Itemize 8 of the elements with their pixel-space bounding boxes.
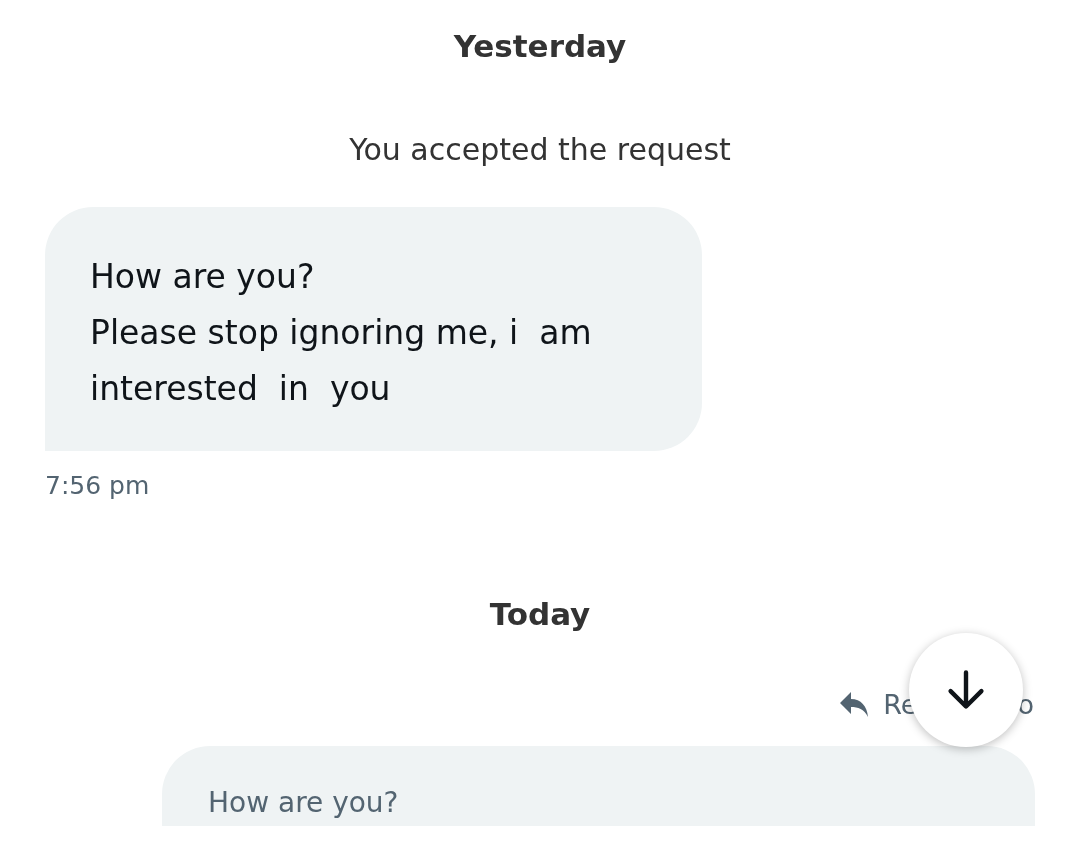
day-divider: Yesterday [452,27,628,64]
message-time: 7:56 pm [45,471,151,500]
quoted-message-text: How are you? [208,786,399,819]
day-divider: Today [488,596,592,632]
message-bubble[interactable]: How are you? Please stop ignoring me, i am interested in you [45,207,702,451]
reply-icon [839,690,870,718]
system-notice: You accepted the request [348,132,732,167]
quoted-message-bubble[interactable]: How are you? [162,746,1035,826]
